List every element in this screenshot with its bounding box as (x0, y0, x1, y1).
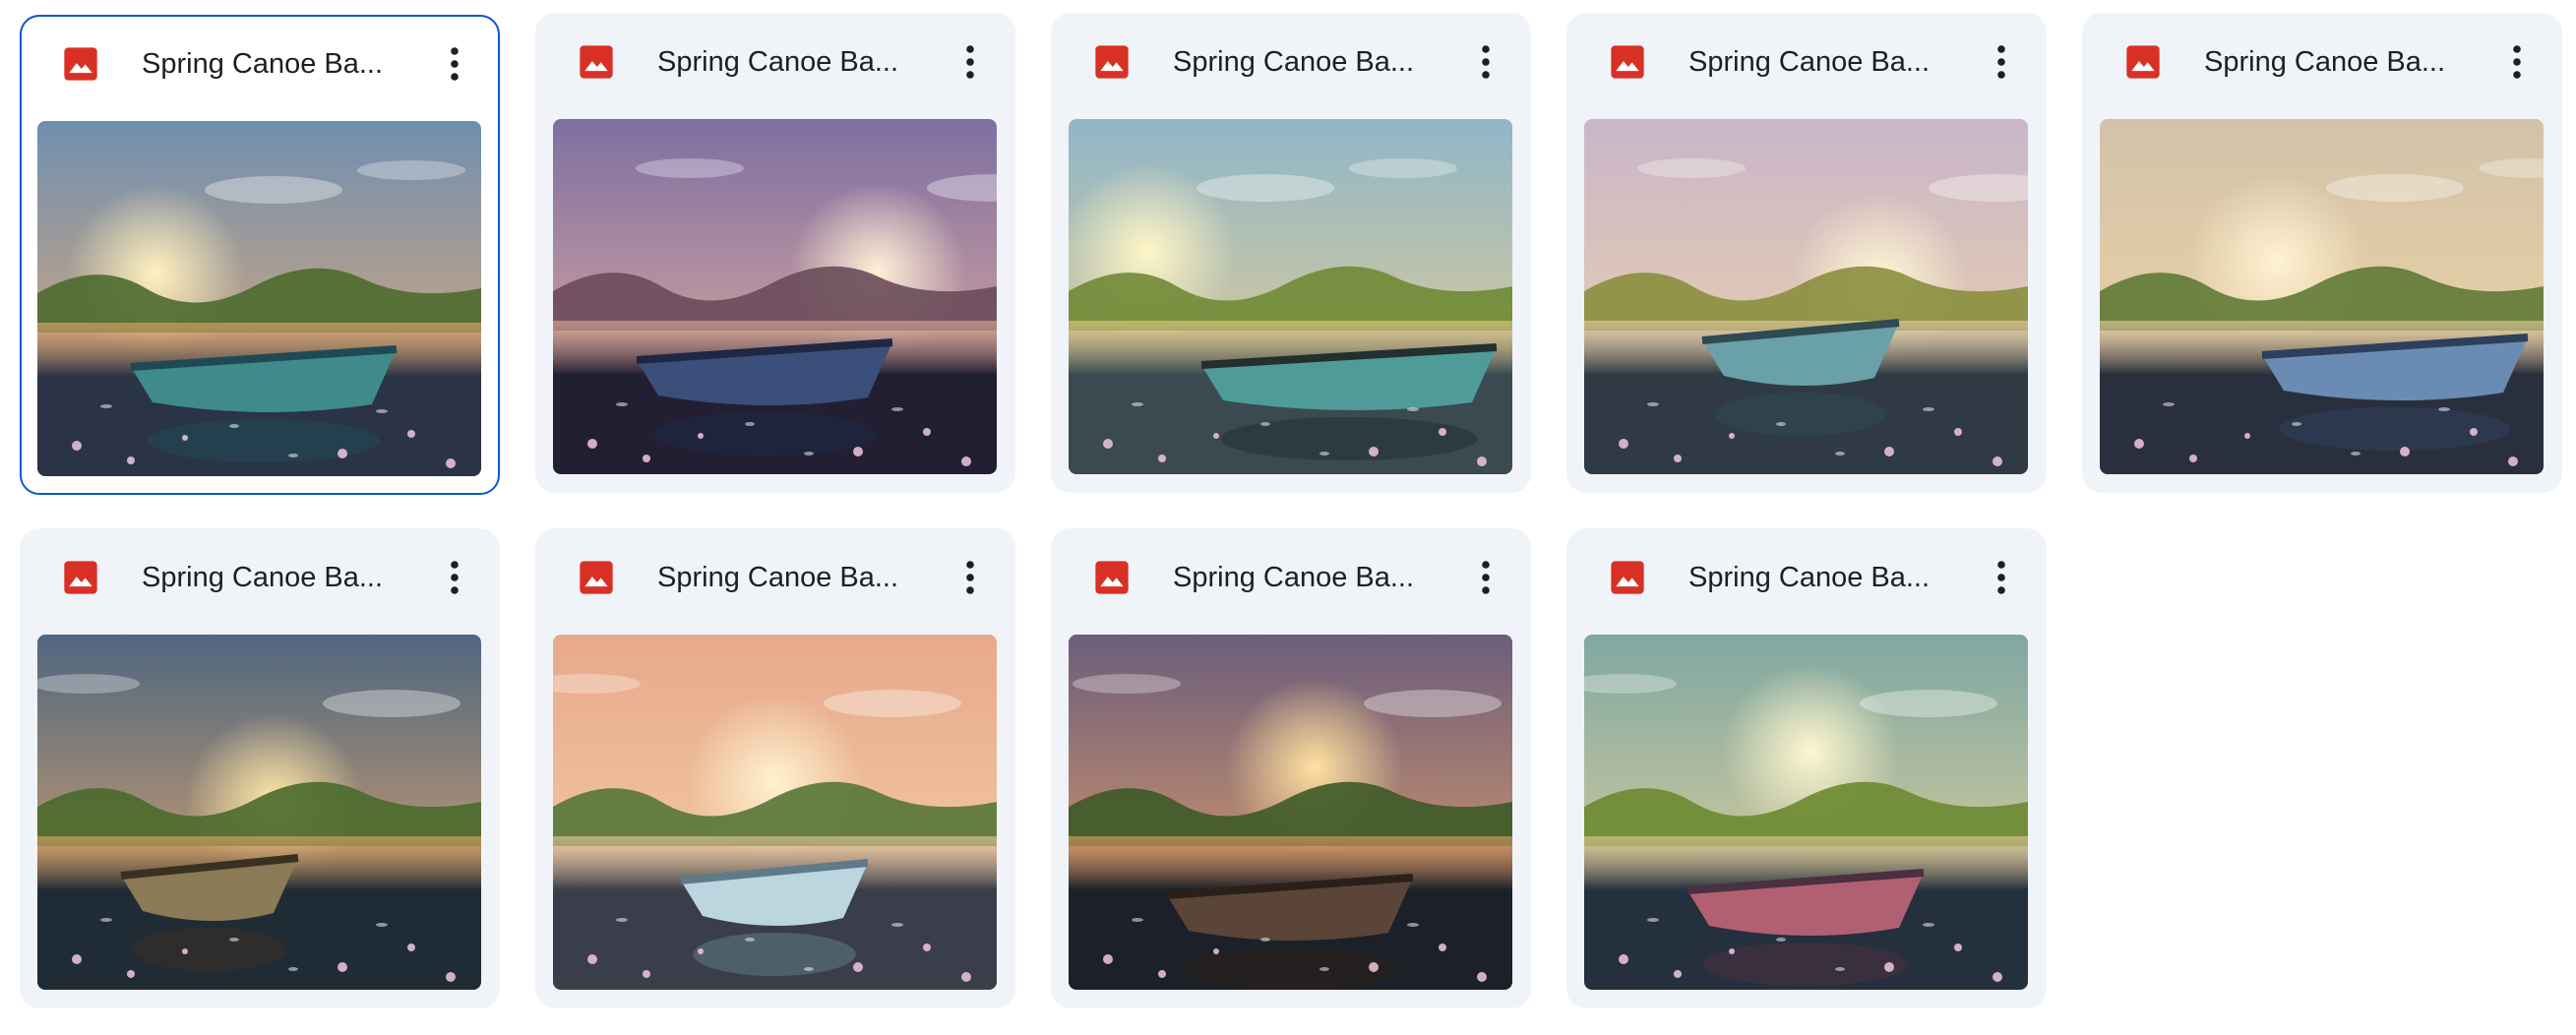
cloud (636, 158, 744, 178)
boat-reflection (132, 928, 287, 971)
file-card[interactable]: Spring Canoe Ba... (1051, 13, 1531, 493)
cloud (1196, 174, 1334, 202)
file-card-header: Spring Canoe Ba... (1566, 528, 2047, 627)
file-card[interactable]: Spring Canoe Ba... (535, 528, 1015, 1008)
file-thumbnail[interactable] (553, 119, 997, 474)
image-file-icon (1095, 561, 1129, 594)
file-name: Spring Canoe Ba... (1688, 562, 1931, 593)
file-thumbnail[interactable] (1584, 635, 2028, 990)
cloud (323, 690, 460, 717)
file-name: Spring Canoe Ba... (142, 562, 384, 593)
file-name: Spring Canoe Ba... (657, 562, 899, 593)
boat-reflection (693, 933, 856, 976)
cloud (1860, 690, 1997, 717)
file-name: Spring Canoe Ba... (657, 46, 899, 78)
file-thumbnail[interactable] (1069, 635, 1512, 990)
more-options-icon[interactable] (431, 554, 478, 601)
file-card-header: Spring Canoe Ba... (2082, 13, 2562, 111)
file-card[interactable]: Spring Canoe Ba... (1051, 528, 1531, 1008)
cloud (1637, 158, 1746, 178)
image-file-icon (580, 561, 613, 594)
file-card-header: Spring Canoe Ba... (535, 13, 1015, 111)
file-name: Spring Canoe Ba... (1173, 46, 1415, 78)
image-file-icon (2126, 45, 2160, 79)
boat-reflection (1702, 943, 1909, 986)
file-name: Spring Canoe Ba... (2204, 46, 2446, 78)
cloud (824, 690, 961, 717)
file-thumbnail[interactable] (1069, 119, 1512, 474)
file-card[interactable]: Spring Canoe Ba... (2082, 13, 2562, 493)
more-options-icon[interactable] (1462, 554, 1509, 601)
file-name: Spring Canoe Ba... (1688, 46, 1931, 78)
image-file-icon (64, 561, 97, 594)
file-card-header: Spring Canoe Ba... (20, 528, 500, 627)
file-card-header: Spring Canoe Ba... (1051, 528, 1531, 627)
more-options-icon[interactable] (431, 40, 478, 88)
file-card[interactable]: Spring Canoe Ba... (1566, 13, 2047, 493)
more-options-icon[interactable] (2493, 38, 2541, 86)
more-options-icon[interactable] (947, 38, 994, 86)
file-card-header: Spring Canoe Ba... (22, 17, 498, 115)
more-options-icon[interactable] (947, 554, 994, 601)
image-file-icon (1095, 45, 1129, 79)
file-card[interactable]: Spring Canoe Ba... (20, 15, 500, 495)
cloud (1349, 158, 1457, 178)
cloud (205, 176, 342, 204)
file-card-header: Spring Canoe Ba... (1566, 13, 2047, 111)
file-name: Spring Canoe Ba... (1173, 562, 1415, 593)
cloud (2326, 174, 2464, 202)
cloud (1364, 690, 1502, 717)
more-options-icon[interactable] (1462, 38, 1509, 86)
cloud (1073, 674, 1181, 694)
image-file-icon (580, 45, 613, 79)
file-card-header: Spring Canoe Ba... (1051, 13, 1531, 111)
file-thumbnail[interactable] (2100, 119, 2544, 474)
boat-reflection (1220, 417, 1478, 460)
file-card[interactable]: Spring Canoe Ba... (20, 528, 500, 1008)
file-thumbnail[interactable] (553, 635, 997, 990)
more-options-icon[interactable] (1978, 554, 2025, 601)
file-card[interactable]: Spring Canoe Ba... (535, 13, 1015, 493)
file-card[interactable]: Spring Canoe Ba... (1566, 528, 2047, 1008)
file-name: Spring Canoe Ba... (142, 48, 384, 80)
file-grid: Spring Canoe Ba... Spring Canoe Ba... Sp… (0, 0, 2576, 1035)
image-file-icon (1611, 45, 1644, 79)
file-thumbnail[interactable] (37, 121, 481, 476)
more-options-icon[interactable] (1978, 38, 2025, 86)
file-thumbnail[interactable] (37, 635, 481, 990)
boat-reflection (1715, 393, 1886, 436)
file-card-header: Spring Canoe Ba... (535, 528, 1015, 627)
cloud (357, 160, 465, 180)
image-file-icon (64, 47, 97, 81)
image-file-icon (1611, 561, 1644, 594)
boat-reflection (652, 412, 877, 456)
file-thumbnail[interactable] (1584, 119, 2028, 474)
